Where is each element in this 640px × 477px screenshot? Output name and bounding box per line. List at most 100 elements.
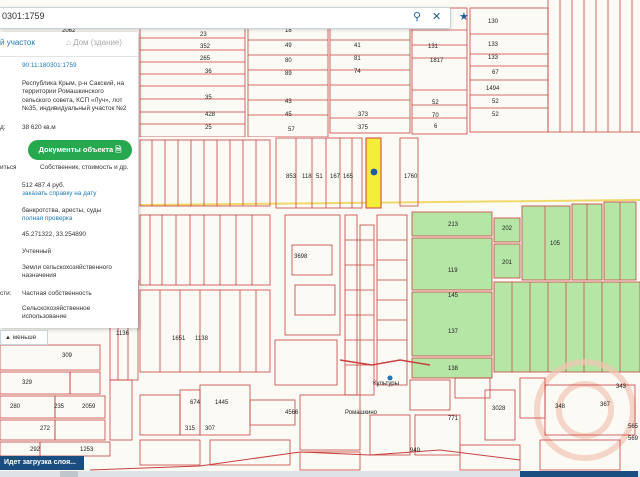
parcel-label: 853 xyxy=(286,174,297,180)
parcel-label: 165 xyxy=(343,174,354,180)
tab-building[interactable]: ⌂ Дом (здание) xyxy=(66,38,122,47)
parcel-label: 272 xyxy=(40,426,51,432)
coordinates: 45.271322, 33.254890 xyxy=(22,231,86,238)
parcel-label: 52 xyxy=(492,99,499,105)
area-label: д: xyxy=(0,124,6,131)
parcel-label: 315 xyxy=(185,426,196,432)
place-label-village: Ромашкино xyxy=(345,410,378,416)
chevron-up-icon: ▲ xyxy=(5,335,11,341)
parcel-label: 1651 xyxy=(172,336,186,342)
parcel-label: 1253 xyxy=(80,447,94,453)
parcel-label: 565 xyxy=(628,424,639,430)
parcel-info-panel: й участок ⌂ Дом (здание) 90:11:180301:17… xyxy=(0,32,138,328)
parcel-label: 67 xyxy=(492,70,499,76)
show-less-label: меньше xyxy=(12,334,37,341)
address: Республика Крым, р-н Сакский, на террито… xyxy=(22,80,126,114)
parcel-label: 145 xyxy=(448,293,459,299)
parcel-label: 131 xyxy=(428,44,439,50)
parcel-label: 1760 xyxy=(404,174,418,180)
search-bar[interactable]: 0301:1759 ⚲ ✕ xyxy=(0,7,451,29)
parcel-label: 6 xyxy=(434,124,438,130)
parcel-label: 80 xyxy=(285,58,292,64)
parcel-label: 307 xyxy=(205,426,216,432)
restrictions-text: банкротства, аресты, суды xyxy=(22,207,102,214)
parcel-label: 1494 xyxy=(486,86,500,92)
parcel-label: 45 xyxy=(285,112,292,118)
ownership-label: сти: xyxy=(0,290,12,297)
parcel-label: 137 xyxy=(448,329,459,335)
parcel-label: 202 xyxy=(502,226,513,232)
parcel-label: 70 xyxy=(432,113,439,119)
documents-button[interactable]: Документы объекта 🗎 xyxy=(28,140,132,160)
order-certificate-link[interactable]: заказать справку на дату xyxy=(22,190,96,197)
parcel-label: 105 xyxy=(550,241,561,247)
parcel-label: 235 xyxy=(54,404,65,410)
tab-land-plot[interactable]: й участок xyxy=(0,38,35,47)
use-line: Сельскохозяйственное xyxy=(22,305,91,312)
parcel-label: 119 xyxy=(448,268,458,274)
parcel-label: 167 xyxy=(330,174,341,180)
object-tabs: й участок ⌂ Дом (здание) xyxy=(0,32,138,57)
address-line: сельского совета, КСП «Луч», лот xyxy=(22,96,123,104)
parcel-label: 309 xyxy=(62,353,73,359)
parcel-label: 41 xyxy=(354,43,361,49)
use-line: использование xyxy=(22,313,67,321)
full-check-link[interactable]: полная проверка xyxy=(22,215,72,222)
parcel-label: 52 xyxy=(432,100,439,106)
parcel-label: 1138 xyxy=(195,336,209,342)
parcel-label: 292 xyxy=(30,447,41,453)
address-line: №35, индивидуальный участок №2 xyxy=(22,105,127,113)
search-icon[interactable]: ⚲ xyxy=(413,10,421,24)
search-input[interactable]: 0301:1759 xyxy=(2,11,45,21)
parcel-label: 133 xyxy=(488,42,499,48)
parcel-label: 201 xyxy=(502,260,513,266)
parcel-label: 52 xyxy=(492,112,499,118)
favorite-star-icon[interactable]: ★ xyxy=(459,10,469,23)
parcel-label: 3698 xyxy=(294,254,308,260)
tab-building-label: Дом (здание) xyxy=(73,38,123,47)
parcel-label: 352 xyxy=(200,44,211,50)
show-less-button[interactable]: ▲ меньше xyxy=(0,330,48,345)
parcel-label: 74 xyxy=(354,69,361,75)
parcel-label: 771 xyxy=(448,416,459,422)
status-value: Учтенный xyxy=(22,248,52,255)
cost-label: иться xyxy=(0,164,17,171)
permitted-use: Сельскохозяйственное использование xyxy=(22,305,90,322)
toolbar-item[interactable] xyxy=(60,471,78,477)
area-value: 38 620 кв.м xyxy=(22,124,56,131)
parcel-label: 280 xyxy=(10,404,21,410)
parcel-label: 23 xyxy=(200,32,207,38)
close-icon[interactable]: ✕ xyxy=(432,10,441,24)
documents-button-label: Документы объекта xyxy=(38,145,114,154)
parcel-label: 133 xyxy=(488,55,499,61)
parcel-label: 130 xyxy=(488,19,499,25)
parcel-label: 89 xyxy=(285,71,292,77)
parcel-label: 348 xyxy=(555,404,566,410)
parcel-label: 428 xyxy=(205,112,216,118)
parcel-label: 49 xyxy=(285,43,292,49)
parcel-label: 81 xyxy=(354,56,361,62)
parcel-label: 329 xyxy=(22,380,33,386)
parcel-label: 343 xyxy=(616,384,627,390)
bottom-toolbar xyxy=(0,471,640,477)
parcel-label: 265 xyxy=(200,56,211,62)
parcel-label: 51 xyxy=(316,174,323,180)
cadastral-number[interactable]: 90:11:180301:1759 xyxy=(22,62,77,70)
category-line: Земли сельскохозяйственного xyxy=(22,264,112,271)
cadastral-cost: 512 487.4 руб. xyxy=(22,182,65,189)
parcel-label: 57 xyxy=(288,127,295,133)
parcel-label: 3028 xyxy=(492,406,506,412)
parcel-label: 1136 xyxy=(116,331,130,337)
parcel-label: 4566 xyxy=(285,410,299,416)
place-label-culture: Культуры xyxy=(373,381,399,387)
category-line: назначения xyxy=(22,272,57,280)
parcel-label: 138 xyxy=(448,366,459,372)
parcel-label: 375 xyxy=(358,125,369,131)
parcel-label: 1445 xyxy=(215,400,229,406)
parcel-label: 43 xyxy=(285,99,292,105)
toolbar-item[interactable] xyxy=(520,471,638,477)
address-line: территории Ромашкинского xyxy=(22,88,104,96)
parcel-label: 569 xyxy=(628,436,639,442)
ownership-value: Частная собственность xyxy=(22,290,92,297)
parcel-label: 213 xyxy=(448,222,459,228)
